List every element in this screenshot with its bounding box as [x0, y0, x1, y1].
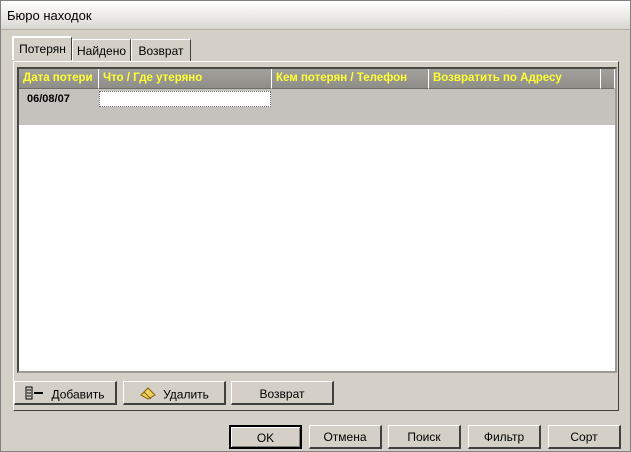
tab-lost-label: Потерян — [19, 42, 66, 56]
filter-button-label: Фильтр — [483, 430, 525, 444]
table-row[interactable]: 06/08/07 — [19, 89, 615, 125]
delete-button-label: Удалить — [163, 387, 209, 402]
return-button-label: Возврат — [259, 386, 305, 401]
filter-button[interactable]: Фильтр — [468, 425, 541, 449]
window-title: Бюро находок — [7, 8, 92, 23]
add-record-icon — [25, 386, 45, 403]
cancel-button[interactable]: Отмена — [309, 425, 382, 449]
tab-return-label: Возврат — [138, 44, 184, 58]
column-header-return-address[interactable]: Возвратить по Адресу — [429, 69, 601, 89]
sort-button-label: Сорт — [570, 430, 598, 444]
return-button[interactable]: Возврат — [231, 381, 334, 405]
tab-lost[interactable]: Потерян — [12, 36, 72, 60]
column-header-who-phone[interactable]: Кем потерян / Телефон — [272, 69, 429, 89]
eraser-icon — [139, 386, 157, 403]
column-header-what-where[interactable]: Что / Где утеряно — [99, 69, 272, 89]
tab-found[interactable]: Найдено — [72, 39, 131, 61]
cell-date[interactable]: 06/08/07 — [27, 93, 70, 105]
delete-button[interactable]: Удалить — [123, 381, 226, 405]
tab-found-label: Найдено — [76, 44, 127, 58]
ok-button-label: OK — [256, 431, 275, 445]
column-header-filler — [601, 69, 615, 89]
title-bar[interactable]: Бюро находок — [1, 1, 630, 30]
cancel-button-label: Отмена — [323, 430, 367, 444]
tab-return[interactable]: Возврат — [131, 39, 191, 61]
lost-items-grid[interactable]: Дата потери Что / Где утеряно Кем потеря… — [17, 67, 617, 373]
sort-button[interactable]: Сорт — [548, 425, 621, 449]
cell-what-where-editor[interactable] — [99, 91, 271, 107]
add-button-label: Добавить — [51, 387, 105, 402]
ok-button[interactable]: OK — [229, 425, 302, 449]
lost-and-found-window: Бюро находок Потерян Найдено Возврат Дат… — [0, 0, 631, 452]
column-header-date[interactable]: Дата потери — [19, 69, 99, 89]
add-button[interactable]: Добавить — [14, 381, 117, 405]
search-button[interactable]: Поиск — [388, 425, 461, 449]
search-button-label: Поиск — [407, 430, 441, 444]
